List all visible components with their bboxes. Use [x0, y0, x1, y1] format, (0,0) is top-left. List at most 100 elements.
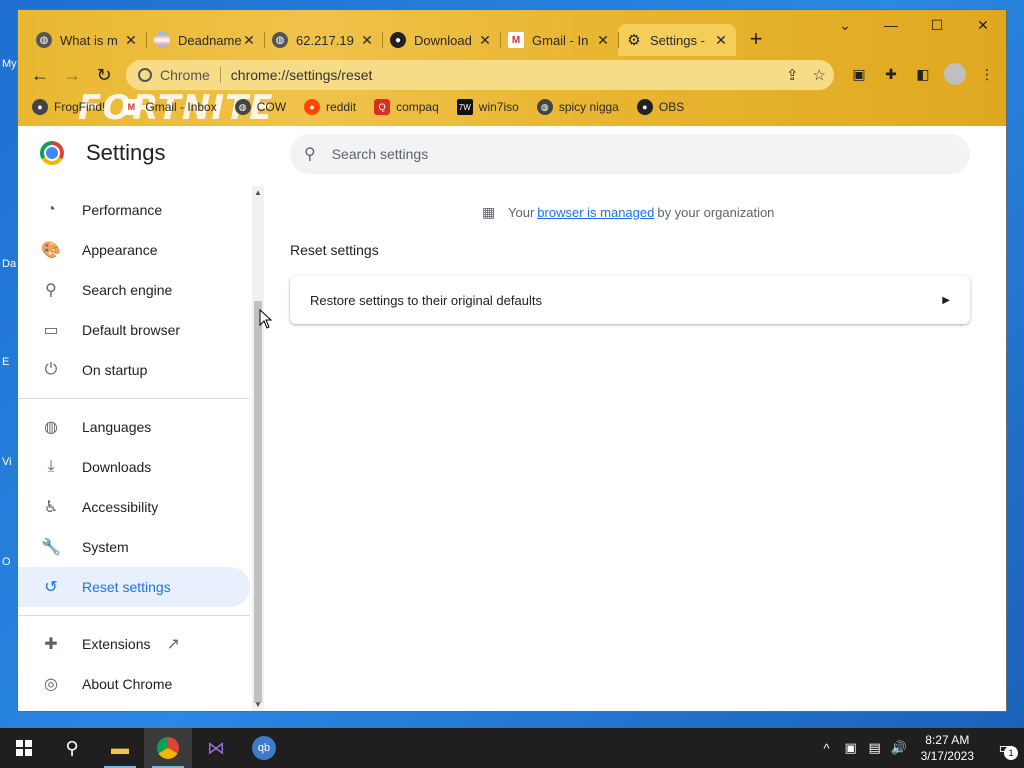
forward-button[interactable]: →: [56, 60, 88, 90]
desktop-label[interactable]: O: [2, 556, 11, 568]
close-window-button[interactable]: ✕: [960, 10, 1006, 40]
nav-item-appearance[interactable]: 🎨 Appearance: [18, 230, 250, 270]
scrollbar-thumb[interactable]: [254, 301, 262, 703]
maximize-button[interactable]: ☐: [914, 10, 960, 40]
extension-icon[interactable]: ▣: [848, 63, 870, 85]
system-tray: ^ ▣ ▤ 🔊 8:27 AM 3/17/2023 ▭ 1: [815, 728, 1024, 768]
qbittorrent-button[interactable]: qb: [240, 728, 288, 768]
sidebar-scrollbar[interactable]: ▲ ▼: [252, 186, 264, 711]
nav-label: Appearance: [82, 242, 158, 258]
url-text[interactable]: chrome://settings/reset: [231, 67, 373, 83]
nav-item-performance[interactable]: ◔ Performance: [18, 190, 250, 230]
chrome-icon: [138, 68, 152, 82]
desktop-label[interactable]: Vi: [2, 456, 12, 468]
network-icon[interactable]: ▤: [863, 740, 887, 756]
desktop-label[interactable]: E: [2, 356, 9, 368]
minimize-button[interactable]: —: [868, 10, 914, 40]
nav-item-search-engine[interactable]: ⚲ Search engine: [18, 270, 250, 310]
bookmark-label: FrogFind!: [54, 100, 106, 114]
side-panel-icon[interactable]: ◧: [912, 63, 934, 85]
file-explorer-button[interactable]: ▬: [96, 728, 144, 768]
nav-item-reset-settings[interactable]: ↺ Reset settings: [18, 567, 250, 607]
scroll-down-icon[interactable]: ▼: [254, 700, 262, 709]
restore-defaults-row[interactable]: Restore settings to their original defau…: [290, 276, 970, 324]
nav-label: System: [82, 539, 129, 555]
chrome-taskbar-button[interactable]: [144, 728, 192, 768]
bookmark[interactable]: ◍ spicy nigga: [536, 99, 619, 115]
notification-button[interactable]: ▭ 1: [988, 728, 1024, 768]
nav-item-default-browser[interactable]: ▭ Default browser: [18, 310, 250, 350]
nav-item-downloads[interactable]: ⤓ Downloads: [18, 447, 250, 487]
tab[interactable]: M Gmail - In ✕: [500, 24, 618, 56]
bookmark-label: win7iso: [478, 100, 519, 114]
nav-item-about-chrome[interactable]: ◎ About Chrome: [18, 664, 250, 704]
reload-button[interactable]: ↻: [88, 60, 120, 90]
nav-item-accessibility[interactable]: ♿ Accessibility: [18, 487, 250, 527]
bookmark-label: compaq: [396, 100, 439, 114]
nav-label: Languages: [82, 419, 152, 435]
settings-nav: ◔ Performance 🎨 Appearance ⚲ Search engine …: [18, 190, 250, 704]
managed-link[interactable]: browser is managed: [537, 205, 654, 220]
bookmark[interactable]: ● reddit: [304, 99, 356, 115]
chevron-up-icon[interactable]: ^: [815, 741, 839, 756]
speedometer-icon: ◔: [46, 201, 56, 218]
close-tab-icon[interactable]: ✕: [714, 32, 728, 49]
desktop-label[interactable]: My: [2, 58, 17, 70]
nav-item-languages[interactable]: ◍ Languages: [18, 407, 250, 447]
close-tab-icon[interactable]: ✕: [242, 32, 256, 49]
close-tab-icon[interactable]: ✕: [478, 32, 492, 49]
windows-icon: [16, 740, 32, 756]
search-input[interactable]: ⚲ Search settings: [290, 134, 970, 174]
address-bar[interactable]: Chrome chrome://settings/reset ⇪ ☆: [126, 60, 834, 90]
tab[interactable]: ● Download ✕: [382, 24, 500, 56]
tab-settings[interactable]: ⚙ Settings - ✕: [618, 24, 736, 56]
tab-search-icon[interactable]: ⌄: [822, 10, 868, 40]
puzzle-icon[interactable]: ✚: [880, 63, 902, 85]
bookmark[interactable]: ● OBS: [636, 99, 684, 115]
bookmark[interactable]: Qcompaq: [374, 99, 439, 115]
open-in-new-icon: ↗: [166, 636, 180, 653]
bookmark[interactable]: ● FrogFind!: [32, 99, 105, 115]
arrow-right-icon: ▶: [942, 294, 950, 306]
clock[interactable]: 8:27 AM 3/17/2023: [921, 732, 974, 764]
menu-icon[interactable]: ⋮: [976, 63, 998, 85]
avatar[interactable]: [944, 63, 966, 85]
tab-label: Download: [414, 32, 472, 48]
visual-studio-button[interactable]: ⋈: [192, 728, 240, 768]
scroll-up-icon[interactable]: ▲: [254, 188, 262, 197]
gear-icon: ⚙: [627, 32, 641, 49]
star-icon[interactable]: ☆: [813, 66, 826, 84]
tab[interactable]: Deadname ✕: [146, 24, 264, 56]
nav-item-system[interactable]: 🔧 System: [18, 527, 250, 567]
nav-label: Accessibility: [82, 499, 159, 515]
title-bar: ◍ What is m ✕ Deadname ✕ ◍ 62.217.19 ✕ ●…: [18, 10, 1006, 128]
bookmark[interactable]: M Gmail - Inbox: [123, 99, 217, 115]
close-tab-icon[interactable]: ✕: [360, 32, 374, 49]
close-tab-icon[interactable]: ✕: [596, 32, 610, 49]
managed-notice: ▦ Your browser is managed by your organi…: [482, 204, 774, 220]
new-tab-button[interactable]: +: [742, 26, 770, 54]
desktop-label[interactable]: Da: [2, 258, 16, 270]
settings-main: ⚲ Search settings ▦ Your browser is mana…: [290, 126, 990, 711]
nav-item-extensions[interactable]: ✚ Extensions ↗: [18, 624, 250, 664]
volume-icon[interactable]: 🔊: [887, 740, 911, 756]
bookmark[interactable]: 7W win7iso: [456, 99, 519, 115]
back-button[interactable]: ←: [24, 60, 56, 90]
start-button[interactable]: [0, 728, 48, 768]
share-icon[interactable]: ⇪: [786, 66, 799, 84]
bookmark[interactable]: ◍ COW: [234, 99, 286, 115]
nav-label: Default browser: [82, 322, 181, 338]
nav-item-on-startup[interactable]: ⏻ On startup: [18, 350, 250, 390]
tab[interactable]: ◍ What is m ✕: [28, 24, 146, 56]
obs-icon: ●: [390, 32, 406, 48]
nav-label: Search engine: [82, 282, 173, 298]
close-tab-icon[interactable]: ✕: [124, 32, 138, 49]
settings-sidebar: Settings ◔ Performance 🎨 Appearance ⚲ Searc…: [18, 126, 264, 711]
search-button[interactable]: ⚲: [48, 728, 96, 768]
bookmark-label: reddit: [326, 100, 357, 114]
tab[interactable]: ◍ 62.217.19 ✕: [264, 24, 382, 56]
search-icon: ⚲: [65, 737, 79, 758]
tray-app-icon[interactable]: ▣: [839, 740, 863, 756]
section-title: Reset settings: [290, 242, 379, 258]
chrome-icon: ◎: [44, 676, 58, 693]
